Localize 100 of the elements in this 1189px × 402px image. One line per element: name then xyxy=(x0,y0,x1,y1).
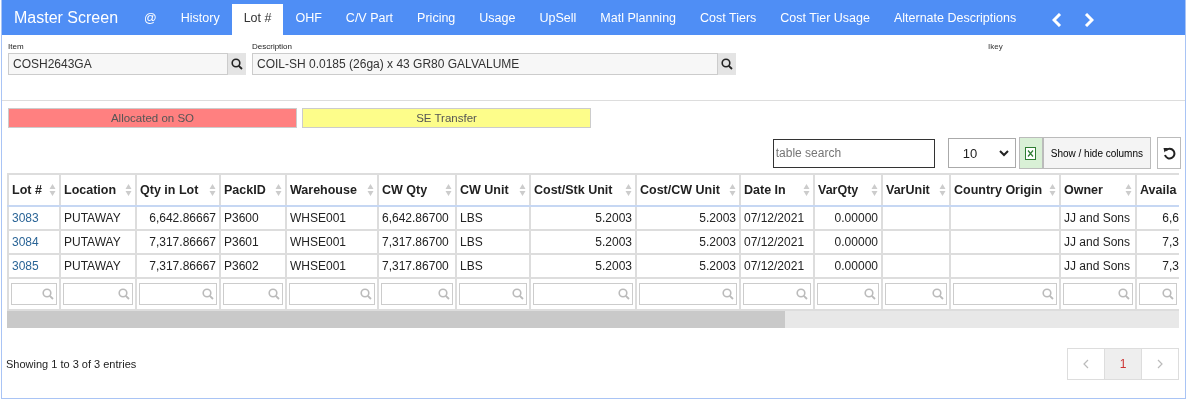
search-icon xyxy=(360,288,372,300)
sort-icon xyxy=(209,183,216,197)
column-filter-field[interactable] xyxy=(533,283,633,305)
sort-icon xyxy=(1125,183,1132,197)
chevron-left-icon xyxy=(1052,12,1063,27)
app-title: Master Screen xyxy=(14,8,119,27)
column-filter-field[interactable] xyxy=(381,283,453,305)
sort-icon xyxy=(519,183,526,197)
search-icon xyxy=(438,288,450,300)
table-cell: WHSE001 xyxy=(286,254,378,278)
sort-icon xyxy=(625,183,632,197)
table-cell: 6,642.86667 xyxy=(136,206,220,230)
table-cell: 5.2003 xyxy=(636,230,740,254)
column-filter-field[interactable] xyxy=(459,283,527,305)
chevron-left-icon xyxy=(1083,359,1089,369)
table-cell: 5.2003 xyxy=(636,254,740,278)
search-button[interactable] xyxy=(228,53,246,75)
table-cell: P3601 xyxy=(220,230,286,254)
table-cell: P3602 xyxy=(220,254,286,278)
search-icon xyxy=(618,288,630,300)
column-filter-field[interactable] xyxy=(139,283,217,305)
table-cell: P3600 xyxy=(220,206,286,230)
table-cell: PUTAWAY xyxy=(60,254,136,278)
table-cell: 07/12/2021 xyxy=(740,254,814,278)
page-button[interactable]: 1 xyxy=(1104,349,1142,379)
table-cell: 5.2003 xyxy=(636,206,740,230)
column-filter-field[interactable] xyxy=(63,283,133,305)
column-filter-field[interactable] xyxy=(885,283,947,305)
search-icon xyxy=(1118,288,1130,300)
search-icon xyxy=(268,288,280,300)
column-filter-field[interactable] xyxy=(1139,283,1177,305)
table-cell: JJ and Sons xyxy=(1060,254,1136,278)
column-filter-field[interactable] xyxy=(817,283,879,305)
sort-icon xyxy=(275,183,282,197)
column-filter-field[interactable] xyxy=(743,283,811,305)
sort-icon xyxy=(445,183,452,197)
spreadsheet-icon xyxy=(1025,146,1037,160)
search-icon xyxy=(796,288,808,300)
table-cell: 07/12/2021 xyxy=(740,230,814,254)
table-cell: LBS xyxy=(456,254,530,278)
search-icon xyxy=(1042,288,1054,300)
chevron-right-icon xyxy=(1157,359,1163,369)
table-cell: 7,317.86700 xyxy=(378,230,456,254)
search-button[interactable] xyxy=(718,53,736,75)
column-filter-field[interactable] xyxy=(289,283,375,305)
sort-icon xyxy=(803,183,810,197)
column-filter-field[interactable] xyxy=(1063,283,1133,305)
description-field[interactable]: COIL-SH 0.0185 (26ga) x 43 GR80 GALVALUME xyxy=(252,53,718,75)
table-cell: 07/12/2021 xyxy=(740,206,814,230)
table-cell: LBS xyxy=(456,230,530,254)
sort-icon xyxy=(939,183,946,197)
sort-icon xyxy=(49,183,56,197)
table-cell: 5.2003 xyxy=(530,230,636,254)
search-icon xyxy=(512,288,524,300)
entries-info: Showing 1 to 3 of 3 entries xyxy=(6,358,137,370)
lot-link[interactable]: 3084 xyxy=(8,230,60,254)
legend-label: SE Transfer xyxy=(302,108,591,128)
sort-icon xyxy=(871,183,878,197)
column-filter-field[interactable] xyxy=(639,283,737,305)
field-label: Item xyxy=(8,42,25,51)
sort-icon xyxy=(1049,183,1056,197)
table-cell: 5.2003 xyxy=(530,254,636,278)
search-icon xyxy=(118,288,130,300)
table-cell: 0.00000 xyxy=(814,206,882,230)
sort-icon xyxy=(125,183,132,197)
column-filter-field[interactable] xyxy=(11,283,57,305)
column-filter-field[interactable] xyxy=(953,283,1057,305)
tab[interactable]: Lot # xyxy=(231,4,284,35)
table-cell: 6,642.86700 xyxy=(378,206,456,230)
refresh-button[interactable] xyxy=(1157,137,1181,169)
table-cell: 7,317.86700 xyxy=(378,254,456,278)
table-cell: 0.00000 xyxy=(814,230,882,254)
table-cell: JJ and Sons xyxy=(1060,206,1136,230)
table-cell: PUTAWAY xyxy=(60,230,136,254)
search-icon xyxy=(202,288,214,300)
table-cell: 0.00000 xyxy=(814,254,882,278)
search-icon xyxy=(932,288,944,300)
table-search-field[interactable]: table search xyxy=(772,138,935,168)
search-icon xyxy=(722,288,734,300)
table-cell: PUTAWAY xyxy=(60,206,136,230)
field-label: Ikey xyxy=(988,42,1003,53)
table-cell: WHSE001 xyxy=(286,206,378,230)
field-label: Description xyxy=(252,42,293,51)
table-cell: WHSE001 xyxy=(286,230,378,254)
export-excel-button[interactable] xyxy=(1018,137,1043,169)
table-cell: LBS xyxy=(456,206,530,230)
table-cell: JJ and Sons xyxy=(1060,230,1136,254)
scrollbar-thumb[interactable] xyxy=(7,311,785,328)
search-icon xyxy=(721,58,733,70)
search-icon xyxy=(864,288,876,300)
lot-link[interactable]: 3085 xyxy=(8,254,60,278)
column-visibility-button[interactable]: Show / hide columns xyxy=(1042,137,1151,169)
lot-link[interactable]: 3083 xyxy=(8,206,60,230)
refresh-icon xyxy=(1162,146,1176,160)
item-field[interactable]: COSH2643GA xyxy=(8,53,228,75)
column-filter-field[interactable] xyxy=(223,283,283,305)
page-size-select[interactable]: 10 xyxy=(947,138,1016,168)
table-cell: 7,317.86667 xyxy=(136,254,220,278)
search-icon xyxy=(231,58,243,70)
sort-icon xyxy=(729,183,736,197)
